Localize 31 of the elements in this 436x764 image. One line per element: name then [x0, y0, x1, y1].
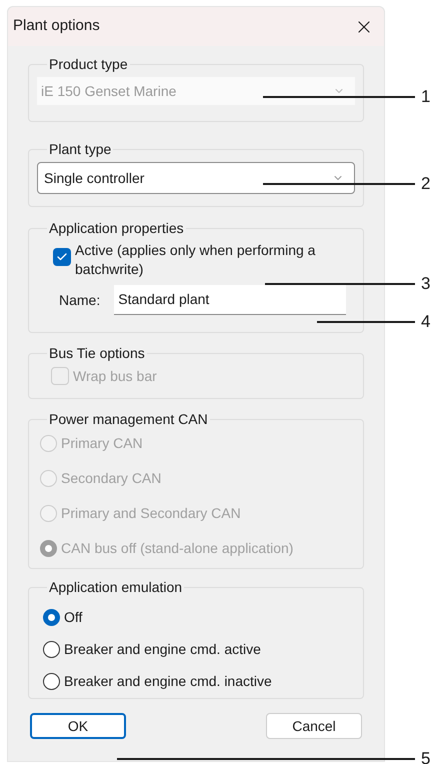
radio-label: Primary and Secondary CAN	[61, 504, 241, 523]
checkbox[interactable]	[53, 248, 71, 266]
callout-number: 5	[421, 748, 430, 764]
callout-number: 2	[421, 173, 430, 195]
radio-label: Off	[64, 608, 82, 626]
name-field[interactable]: Standard plant	[114, 285, 346, 315]
group-title: Bus Tie options	[49, 345, 145, 361]
callout-number: 3	[421, 273, 430, 295]
radio-label: CAN bus off (stand-alone application)	[61, 539, 294, 558]
radio-button[interactable]	[43, 608, 60, 626]
radio-button[interactable]	[43, 672, 60, 690]
radio-label: Breaker and engine cmd. active	[64, 640, 261, 659]
group-title: Product type	[49, 56, 128, 72]
radio-label: Primary CAN	[61, 434, 143, 453]
group-title: Power management CAN	[49, 411, 208, 427]
radio-label: Secondary CAN	[61, 469, 162, 488]
radio-button[interactable]	[43, 640, 60, 658]
group-title: Application emulation	[49, 579, 182, 595]
plant-type-dropdown[interactable]: Single controller	[37, 162, 355, 194]
callout-number: 1	[421, 86, 430, 108]
radio-label: Breaker and engine cmd. inactive	[64, 672, 272, 691]
callout-number: 4	[421, 311, 430, 333]
dialog-button[interactable]: OK	[30, 713, 126, 739]
checkbox-label: Wrap bus bar	[73, 366, 157, 386]
group-title: Application properties	[49, 220, 184, 236]
window-title: Plant options	[13, 16, 100, 36]
check-icon	[56, 251, 68, 263]
name-label: Name:	[59, 290, 100, 310]
dialog-button[interactable]: Cancel	[266, 713, 362, 739]
group-title: Plant type	[49, 141, 112, 157]
checkbox-label: Active (applies only when performing a batchwrite)	[75, 241, 316, 279]
